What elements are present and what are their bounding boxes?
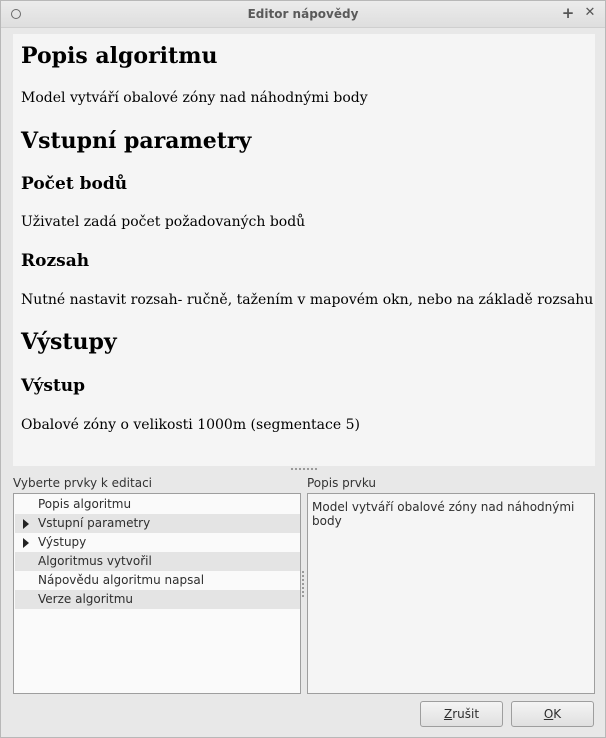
preview-heading-inputs: Vstupní parametry [21, 128, 252, 154]
cancel-mnemonic: Z [443, 707, 453, 721]
preview-heading-extent: Rozsah [21, 251, 90, 271]
description-label: Popis prvku [307, 476, 377, 490]
vertical-splitter-handle[interactable] [302, 571, 305, 597]
preview-text-point-count: Uživatel zadá počet požadovaných bodů [21, 214, 306, 230]
element-description-text: Model vytváří obalové zóny nad náhodnými… [312, 500, 575, 528]
preview-text-extent: Nutné nastavit rozsah- ručně, tažením v … [21, 292, 595, 308]
tree-item-label: Verze algoritmu [38, 592, 134, 606]
ok-mnemonic: O [543, 707, 554, 721]
tree-item-outputs[interactable]: Výstupy [15, 533, 300, 552]
window-title: Editor nápovědy [247, 7, 359, 21]
ok-button[interactable]: OK [511, 701, 594, 727]
cancel-label: rušit [452, 707, 480, 721]
tree-item-inputs[interactable]: Vstupní parametry [15, 514, 300, 533]
preview-heading-description: Popis algoritmu [21, 43, 218, 69]
cancel-button[interactable]: Zrušit [420, 701, 503, 727]
horizontal-splitter-handle[interactable] [291, 468, 317, 472]
preview-heading-outputs: Výstupy [21, 329, 117, 355]
tree-item-label: Popis algoritmu [38, 497, 132, 511]
expand-arrow-icon[interactable] [23, 538, 29, 548]
tree-item-label: Vstupní parametry [38, 516, 151, 530]
tree-item-version[interactable]: Verze algoritmu [15, 590, 300, 609]
tree-item-author[interactable]: Algoritmus vytvořil [15, 552, 300, 571]
close-icon[interactable]: ✕ [582, 4, 598, 22]
element-description-field[interactable]: Model vytváří obalové zóny nad náhodnými… [307, 493, 595, 694]
preview-heading-output: Výstup [21, 376, 86, 396]
help-preview-pane: Popis algoritmu Model vytváří obalové zó… [13, 34, 595, 466]
expand-arrow-icon[interactable] [23, 519, 29, 529]
tree-item-label: Algoritmus vytvořil [38, 554, 152, 568]
maximize-icon[interactable]: + [560, 4, 576, 22]
element-tree[interactable]: Popis algoritmu Vstupní parametry Výstup… [13, 493, 301, 694]
preview-text-description: Model vytváří obalové zóny nad náhodnými… [21, 90, 368, 106]
title-bar[interactable]: Editor nápovědy + ✕ [1, 1, 605, 28]
help-editor-window: Editor nápovědy + ✕ Popis algoritmu Mode… [0, 0, 606, 738]
tree-item-help-author[interactable]: Nápovědu algoritmu napsal [15, 571, 300, 590]
tree-item-description[interactable]: Popis algoritmu [15, 495, 300, 514]
preview-heading-point-count: Počet bodů [21, 174, 128, 194]
ok-label: K [553, 707, 562, 721]
tree-item-label: Nápovědu algoritmu napsal [38, 573, 205, 587]
tree-label: Vyberte prvky k editaci [13, 476, 153, 490]
tree-item-label: Výstupy [38, 535, 87, 549]
preview-text-output: Obalové zóny o velikosti 1000m (segmenta… [21, 417, 360, 433]
